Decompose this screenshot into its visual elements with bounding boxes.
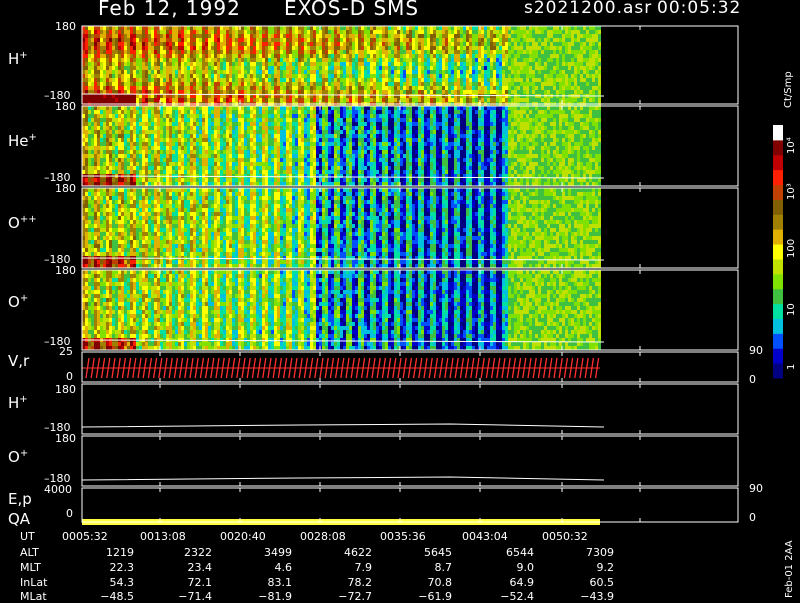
ephemeris-cell: 54.3 bbox=[74, 576, 134, 589]
footer-stamp: Feb-01 2AA bbox=[784, 540, 795, 598]
ephemeris-cell: 0013:08 bbox=[140, 530, 200, 543]
ephemeris-cell: −52.4 bbox=[474, 590, 534, 603]
ephemeris-cell: 5645 bbox=[392, 546, 452, 559]
ephemeris-cell: −71.4 bbox=[152, 590, 212, 603]
colorbar-swatch bbox=[773, 155, 783, 170]
ephemeris-cell: 70.8 bbox=[392, 576, 452, 589]
ephemeris-cell: 9.0 bbox=[474, 561, 534, 574]
ephemeris-cell: 0050:32 bbox=[542, 530, 602, 543]
colorbar-tick: 10⁴ bbox=[786, 137, 797, 154]
ephemeris-cell: 6544 bbox=[474, 546, 534, 559]
colorbar-swatch bbox=[773, 274, 783, 289]
ephemeris-cell: 1219 bbox=[74, 546, 134, 559]
y-tick-top: 180 bbox=[55, 264, 76, 277]
colorbar-swatch bbox=[773, 229, 783, 244]
o-pitch-trace bbox=[82, 477, 604, 480]
header-time: 00:05:32 bbox=[657, 0, 741, 18]
panel-frame bbox=[82, 488, 738, 522]
ephemeris-cell: 0043:04 bbox=[462, 530, 522, 543]
panel-label-h-plus: H+ bbox=[8, 50, 28, 68]
colorbar-swatch bbox=[773, 170, 783, 185]
ephemeris-row-label: UT bbox=[20, 530, 35, 543]
panel-label-qa: QA bbox=[8, 510, 30, 528]
colorbar-swatch bbox=[773, 259, 783, 274]
h-pitch-trace bbox=[82, 424, 604, 427]
ephemeris-cell: 7309 bbox=[554, 546, 614, 559]
y-tick-top: 180 bbox=[55, 100, 76, 113]
ephemeris-cell: 64.9 bbox=[474, 576, 534, 589]
colorbar-swatch bbox=[773, 318, 783, 333]
colorbar-tick: 10 bbox=[786, 303, 797, 316]
y-tick-top: 25 bbox=[59, 345, 73, 358]
ephemeris-cell: 3499 bbox=[232, 546, 292, 559]
colorbar-swatch bbox=[773, 289, 783, 304]
panel-label-vr: V,r bbox=[8, 352, 29, 370]
colorbar-swatch bbox=[773, 140, 783, 155]
ephemeris-cell: 23.4 bbox=[152, 561, 212, 574]
colorbar-swatch bbox=[773, 348, 783, 363]
y-tick-top: 180 bbox=[55, 432, 76, 445]
y-tick-bottom: 0 bbox=[66, 507, 73, 520]
colorbar-tick: 1 bbox=[786, 364, 797, 370]
panel-label-ep: E,p bbox=[8, 490, 32, 508]
spectrogram-panel bbox=[82, 270, 601, 350]
ephemeris-cell: −43.9 bbox=[554, 590, 614, 603]
panel-label-h-plus-pitch: H+ bbox=[8, 394, 28, 412]
ephemeris-cell: 4622 bbox=[312, 546, 372, 559]
ephemeris-row-label: MLT bbox=[20, 561, 41, 574]
ephemeris-row-label: ALT bbox=[20, 546, 39, 559]
ephemeris-cell: 7.9 bbox=[312, 561, 372, 574]
ephemeris-cell: 60.5 bbox=[554, 576, 614, 589]
colorbar-swatch bbox=[773, 199, 783, 214]
colorbar-tick: 100 bbox=[786, 239, 797, 258]
ephemeris-row-label: InLat bbox=[20, 576, 47, 589]
header-date: Feb 12, 1992 bbox=[98, 0, 241, 20]
colorbar-swatch bbox=[773, 185, 783, 200]
ephemeris-cell: 8.7 bbox=[392, 561, 452, 574]
ephemeris-cell: 0035:36 bbox=[380, 530, 440, 543]
colorbar-swatch bbox=[773, 333, 783, 348]
panel-label-he-plus: He+ bbox=[8, 132, 37, 150]
colorbar-tick: 10³ bbox=[786, 183, 797, 200]
ephemeris-cell: 9.2 bbox=[554, 561, 614, 574]
right-tick-bottom: 0 bbox=[749, 511, 756, 524]
ephemeris-cell: 0020:40 bbox=[220, 530, 280, 543]
colorbar-swatch bbox=[773, 125, 783, 140]
ephemeris-cell: 78.2 bbox=[312, 576, 372, 589]
right-tick-top: 90 bbox=[749, 344, 763, 357]
ephemeris-cell: −72.7 bbox=[312, 590, 372, 603]
ephemeris-row-label: MLat bbox=[20, 590, 47, 603]
y-tick-top: 180 bbox=[55, 383, 76, 396]
ephemeris-cell: 2322 bbox=[152, 546, 212, 559]
panel-label-o-plus: O+ bbox=[8, 293, 28, 311]
right-tick-top: 90 bbox=[749, 482, 763, 495]
right-tick-bottom: 0 bbox=[749, 373, 756, 386]
ephemeris-cell: 0028:08 bbox=[300, 530, 360, 543]
spectrogram-panel bbox=[82, 188, 601, 268]
header-file: s2021200.asr bbox=[524, 0, 652, 18]
ephemeris-cell: 22.3 bbox=[74, 561, 134, 574]
colorbar-swatch bbox=[773, 244, 783, 259]
colorbar-swatch bbox=[773, 304, 783, 319]
colorbar-unit: Ct/Smp bbox=[783, 71, 794, 108]
ephemeris-cell: 4.6 bbox=[232, 561, 292, 574]
ephemeris-cell: 72.1 bbox=[152, 576, 212, 589]
y-tick-top: 180 bbox=[55, 20, 76, 33]
plot-canvas bbox=[0, 0, 800, 600]
panel-label-o-plusplus: O++ bbox=[8, 214, 37, 232]
ephemeris-cell: −81.9 bbox=[232, 590, 292, 603]
ephemeris-cell: 0005:32 bbox=[62, 530, 122, 543]
header-mission: EXOS-D SMS bbox=[284, 0, 419, 20]
spectrogram-panel bbox=[82, 106, 601, 186]
ephemeris-cell: −61.9 bbox=[392, 590, 452, 603]
colorbar-swatch bbox=[773, 214, 783, 229]
ephemeris-cell: 83.1 bbox=[232, 576, 292, 589]
y-tick-top: 180 bbox=[55, 182, 76, 195]
colorbar-swatch bbox=[773, 363, 783, 378]
panel-frame bbox=[82, 436, 738, 486]
y-tick-bottom: 0 bbox=[66, 370, 73, 383]
ephemeris-cell: −48.5 bbox=[74, 590, 134, 603]
panel-label-o-plus-pitch: O+ bbox=[8, 448, 28, 466]
y-tick-top: 4000 bbox=[44, 483, 72, 496]
